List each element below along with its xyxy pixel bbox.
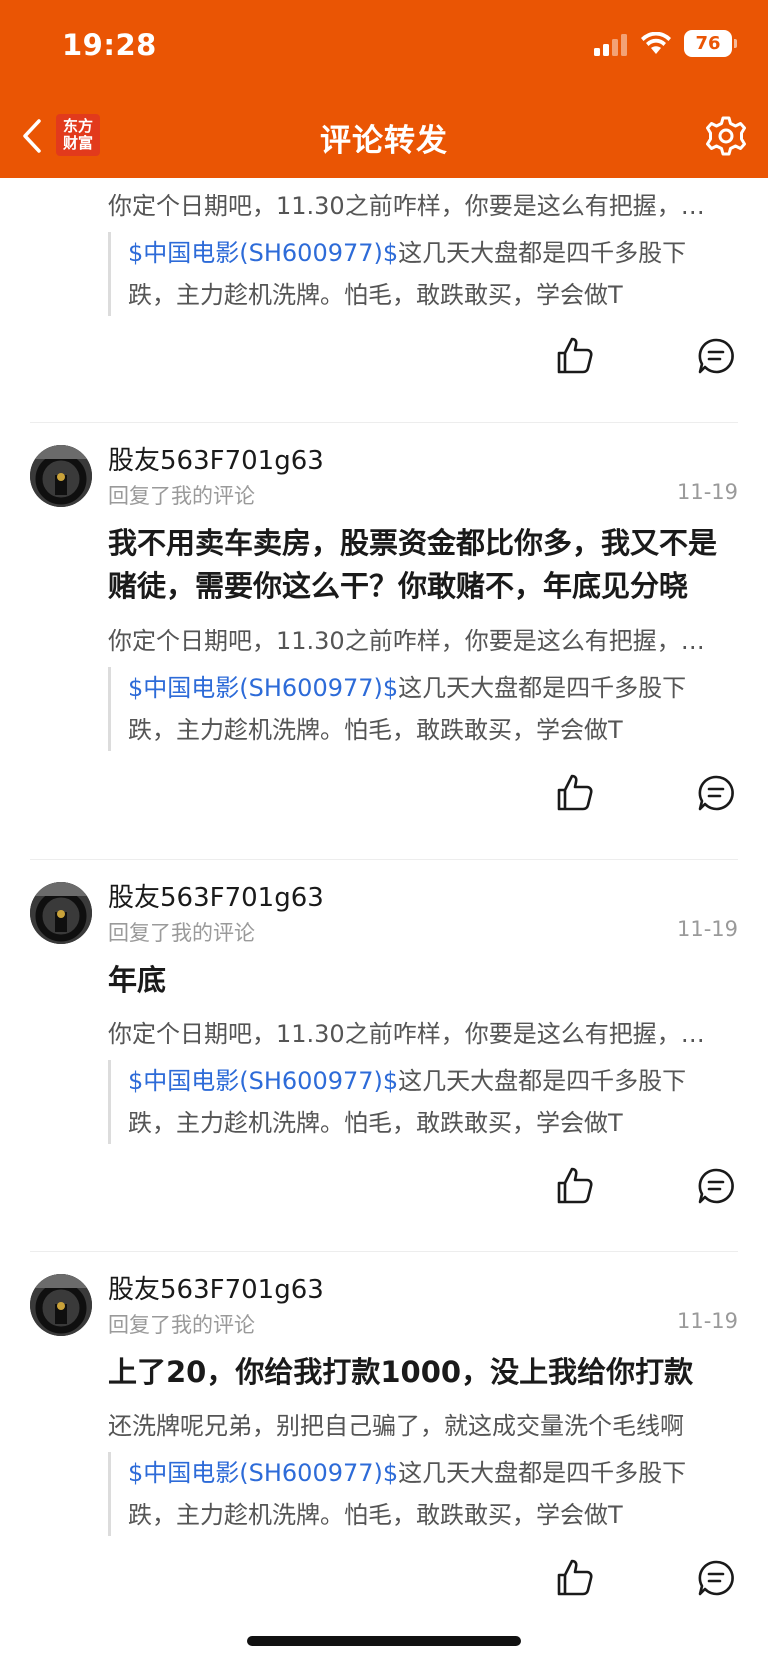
stock-link[interactable]: $中国电影(SH600977)$: [128, 1067, 398, 1095]
stock-link[interactable]: $中国电影(SH600977)$: [128, 239, 398, 267]
quoted-post[interactable]: $中国电影(SH600977)$这几天大盘都是四千多股下跌，主力趁机洗牌。怕毛，…: [108, 667, 728, 751]
quoted-post[interactable]: $中国电影(SH600977)$这几天大盘都是四千多股下跌，主力趁机洗牌。怕毛，…: [108, 1060, 728, 1144]
comment-list: 你定个日期吧，11.30之前咋样，你要是这么有把握，就这么干 $中国电影(SH6…: [0, 178, 768, 1644]
username[interactable]: 股友563F701g63: [108, 440, 324, 477]
steering-wheel-avatar-icon: [30, 445, 92, 507]
thumbs-up-icon[interactable]: [555, 1558, 595, 1598]
stock-link[interactable]: $中国电影(SH600977)$: [128, 674, 398, 702]
reply-action-label: 回复了我的评论: [108, 484, 255, 508]
comment-icon[interactable]: [696, 336, 736, 376]
reply-action-label: 回复了我的评论: [108, 1313, 255, 1337]
home-indicator[interactable]: [247, 1636, 521, 1646]
stock-link[interactable]: $中国电影(SH600977)$: [128, 1459, 398, 1487]
thumbs-up-icon[interactable]: [555, 1166, 595, 1206]
list-item[interactable]: 股友563F701g63 回复了我的评论 11-19 我不用卖车卖房，股票资金都…: [0, 423, 768, 860]
parent-comment: 你定个日期吧，11.30之前咋样，你要是这么有把握，就这么干: [108, 192, 728, 220]
reply-text[interactable]: 我不用卖车卖房，股票资金都比你多，我又不是赌徒，需要你这么干？你敢赌不，年底见分…: [108, 522, 738, 608]
app-header: 19:28 76 东方 财富 评论转发: [0, 0, 768, 178]
status-icons: 76: [594, 30, 737, 57]
parent-comment: 还洗牌呢兄弟，别把自己骗了，就这成交量洗个毛线啊: [108, 1412, 684, 1440]
comment-icon[interactable]: [696, 1558, 736, 1598]
avatar[interactable]: [30, 445, 92, 507]
status-time: 19:28: [62, 28, 157, 62]
comment-icon[interactable]: [696, 773, 736, 813]
settings-button[interactable]: [704, 114, 748, 158]
comment-icon[interactable]: [696, 1166, 736, 1206]
comment-date: 11-19: [676, 917, 738, 941]
quoted-post[interactable]: $中国电影(SH600977)$这几天大盘都是四千多股下跌，主力趁机洗牌。怕毛，…: [108, 1452, 728, 1536]
battery-icon: 76: [684, 30, 737, 57]
avatar[interactable]: [30, 1274, 92, 1336]
list-item[interactable]: 你定个日期吧，11.30之前咋样，你要是这么有把握，就这么干 $中国电影(SH6…: [0, 178, 768, 423]
username[interactable]: 股友563F701g63: [108, 877, 324, 914]
reply-action-label: 回复了我的评论: [108, 921, 255, 945]
reply-text[interactable]: 上了20，你给我打款1000，没上我给你打款: [108, 1351, 738, 1394]
comment-date: 11-19: [676, 1309, 738, 1333]
reply-text[interactable]: 年底: [108, 959, 738, 1002]
page-title: 评论转发: [320, 123, 448, 159]
wifi-icon: [641, 31, 671, 54]
comment-date: 11-19: [676, 480, 738, 504]
steering-wheel-avatar-icon: [30, 882, 92, 944]
parent-comment: 你定个日期吧，11.30之前咋样，你要是这么有把握，就这么干: [108, 627, 728, 655]
list-item[interactable]: 股友563F701g63 回复了我的评论 11-19 年底 你定个日期吧，11.…: [0, 860, 768, 1252]
cellular-signal-icon: [594, 33, 627, 56]
gear-icon: [706, 116, 746, 156]
thumbs-up-icon[interactable]: [555, 336, 595, 376]
quoted-post[interactable]: $中国电影(SH600977)$这几天大盘都是四千多股下跌，主力趁机洗牌。怕毛，…: [108, 232, 728, 316]
avatar[interactable]: [30, 882, 92, 944]
steering-wheel-avatar-icon: [30, 1274, 92, 1336]
thumbs-up-icon[interactable]: [555, 773, 595, 813]
list-item[interactable]: 股友563F701g63 回复了我的评论 11-19 上了20，你给我打款100…: [0, 1252, 768, 1644]
battery-level: 76: [695, 33, 721, 54]
username[interactable]: 股友563F701g63: [108, 1269, 324, 1306]
parent-comment: 你定个日期吧，11.30之前咋样，你要是这么有把握，就这么干: [108, 1020, 728, 1048]
